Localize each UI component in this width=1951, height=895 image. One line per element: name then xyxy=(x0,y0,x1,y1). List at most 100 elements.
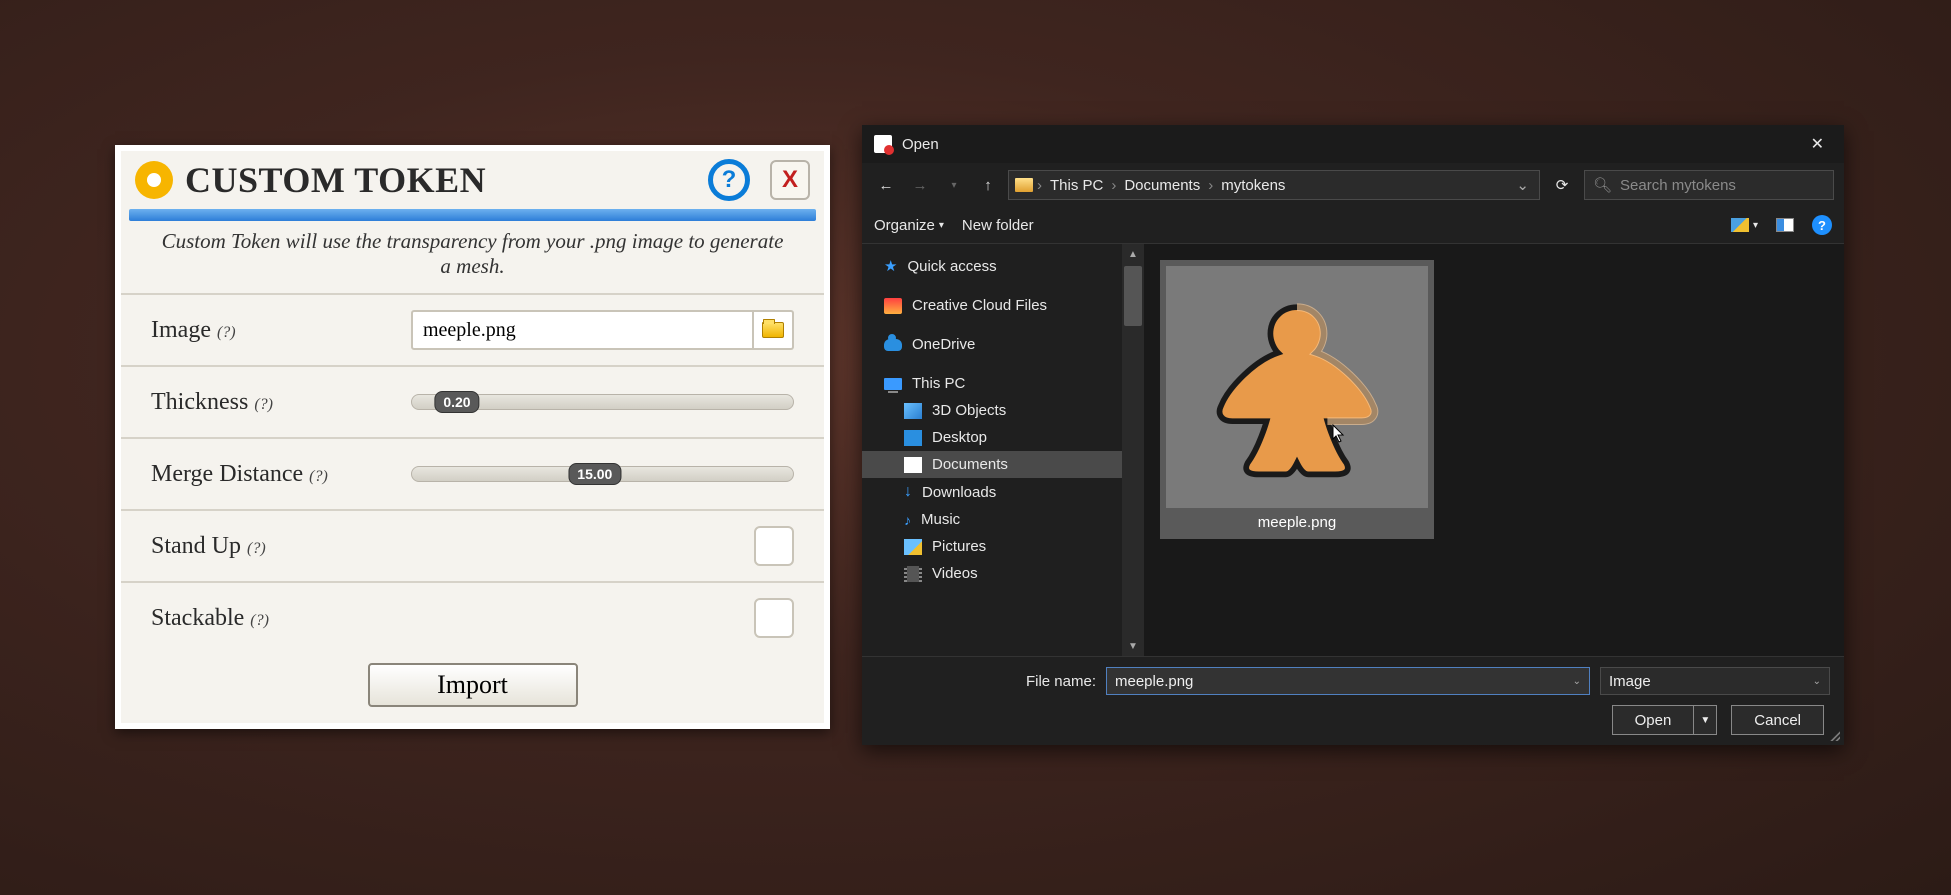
nav-forward-button[interactable]: → xyxy=(906,177,934,194)
tree-item-music[interactable]: ♪Music xyxy=(862,506,1122,533)
stackable-checkbox[interactable] xyxy=(754,598,794,638)
chevron-right-icon: › xyxy=(1111,177,1116,194)
image-row: Image (?) xyxy=(121,293,824,365)
tree-item-label: 3D Objects xyxy=(932,402,1006,419)
address-bar[interactable]: › This PC › Documents › mytokens ⌄ xyxy=(1008,170,1540,200)
thickness-slider-knob[interactable]: 0.20 xyxy=(434,391,479,413)
image-path-input[interactable] xyxy=(411,310,754,350)
tree-item-pictures[interactable]: Pictures xyxy=(862,533,1122,560)
preview-pane-button[interactable] xyxy=(1776,218,1794,232)
file-thumbnail xyxy=(1166,266,1428,508)
tree-item-label: Downloads xyxy=(922,484,996,501)
scroll-thumb[interactable] xyxy=(1124,266,1142,326)
view-mode-button[interactable]: ▾ xyxy=(1731,218,1758,232)
tree-item-label: Creative Cloud Files xyxy=(912,297,1047,314)
stand-up-hint-icon[interactable]: (?) xyxy=(247,540,266,558)
chevron-down-icon[interactable]: ⌄ xyxy=(1813,676,1821,687)
close-button[interactable]: X xyxy=(770,160,810,200)
custom-token-titlebar: CUSTOM TOKEN ? X xyxy=(121,151,824,205)
organize-menu[interactable]: Organize ▾ xyxy=(874,217,944,234)
dialog-description: Custom Token will use the transparency f… xyxy=(121,221,824,293)
file-open-dialog: Open ✕ ← → ▾ ↑ › This PC › Documents › m… xyxy=(862,125,1844,745)
merge-distance-label: Merge Distance xyxy=(151,461,303,488)
tree-item-label: Quick access xyxy=(907,258,996,275)
thickness-slider[interactable]: 0.20 xyxy=(411,390,794,414)
refresh-button[interactable]: ⟳ xyxy=(1546,176,1578,194)
filename-label: File name: xyxy=(876,673,1096,690)
merge-distance-slider-knob[interactable]: 15.00 xyxy=(568,463,621,485)
tree-item-label: Music xyxy=(921,511,960,528)
cancel-button[interactable]: Cancel xyxy=(1731,705,1824,735)
file-dialog-body: ★Quick access Creative Cloud Files OneDriv… xyxy=(862,243,1844,656)
new-folder-button[interactable]: New folder xyxy=(962,217,1034,234)
merge-distance-slider[interactable]: 15.00 xyxy=(411,462,794,486)
stackable-row: Stackable (?) xyxy=(121,581,824,653)
filename-input[interactable]: meeple.png ⌄ xyxy=(1106,667,1590,695)
stand-up-checkbox[interactable] xyxy=(754,526,794,566)
chevron-right-icon: › xyxy=(1208,177,1213,194)
chevron-down-icon: ▾ xyxy=(939,220,944,231)
nav-bar: ← → ▾ ↑ › This PC › Documents › mytokens… xyxy=(862,163,1844,207)
tree-item-downloads[interactable]: ↓Downloads xyxy=(862,478,1122,506)
tree-item-label: Pictures xyxy=(932,538,986,555)
filetype-select[interactable]: Image ⌄ xyxy=(1600,667,1830,695)
thumbnail-view-icon xyxy=(1731,218,1749,232)
tree-item-quick-access[interactable]: ★Quick access xyxy=(862,252,1122,280)
navigation-tree: ★Quick access Creative Cloud Files OneDriv… xyxy=(862,244,1122,656)
merge-distance-row: Merge Distance (?) 15.00 xyxy=(121,437,824,509)
scroll-down-icon[interactable]: ▼ xyxy=(1122,636,1144,656)
nav-back-button[interactable]: ← xyxy=(872,177,900,194)
breadcrumb-this-pc[interactable]: This PC xyxy=(1046,177,1107,194)
progress-bar xyxy=(129,209,816,221)
token-ring-icon xyxy=(135,161,173,199)
file-item-meeple[interactable]: meeple.png xyxy=(1160,260,1434,539)
browse-button[interactable] xyxy=(754,310,794,350)
tree-item-3d-objects[interactable]: 3D Objects xyxy=(862,397,1122,424)
tree-item-this-pc[interactable]: This PC xyxy=(862,370,1122,397)
file-item-label: meeple.png xyxy=(1166,508,1428,533)
tree-item-documents[interactable]: Documents xyxy=(862,451,1122,478)
thickness-row: Thickness (?) 0.20 xyxy=(121,365,824,437)
file-list: meeple.png xyxy=(1144,244,1844,656)
tree-item-onedrive[interactable]: OneDrive xyxy=(862,331,1122,358)
address-dropdown[interactable]: ⌄ xyxy=(1512,176,1533,194)
chevron-right-icon: › xyxy=(1037,177,1042,194)
search-placeholder: Search mytokens xyxy=(1620,177,1736,194)
file-dialog-title: Open xyxy=(902,136,1793,153)
custom-token-title: CUSTOM TOKEN xyxy=(185,159,696,201)
image-hint-icon[interactable]: (?) xyxy=(217,324,236,342)
tree-scrollbar[interactable]: ▲ ▼ xyxy=(1122,244,1144,656)
window-close-button[interactable]: ✕ xyxy=(1803,130,1832,158)
tree-item-label: OneDrive xyxy=(912,336,975,353)
app-icon xyxy=(874,135,892,153)
open-button[interactable]: Open ▼ xyxy=(1612,705,1718,735)
help-icon[interactable]: ? xyxy=(708,159,750,201)
merge-distance-hint-icon[interactable]: (?) xyxy=(309,468,328,486)
tree-item-videos[interactable]: Videos xyxy=(862,560,1122,587)
tree-item-desktop[interactable]: Desktop xyxy=(862,424,1122,451)
toolbar: Organize ▾ New folder ▾ ? xyxy=(862,207,1844,243)
search-input[interactable]: 🔍︎ Search mytokens xyxy=(1584,170,1834,200)
nav-up-button[interactable]: ↑ xyxy=(974,177,1002,194)
stackable-label: Stackable xyxy=(151,605,244,632)
thickness-label: Thickness xyxy=(151,389,248,416)
nav-recent-dropdown[interactable]: ▾ xyxy=(940,180,968,191)
file-dialog-footer: File name: meeple.png ⌄ Image ⌄ Open ▼ C… xyxy=(862,656,1844,745)
open-dropdown[interactable]: ▼ xyxy=(1694,715,1716,726)
help-button[interactable]: ? xyxy=(1812,215,1832,235)
resize-grip-icon[interactable] xyxy=(1828,729,1840,741)
scroll-up-icon[interactable]: ▲ xyxy=(1122,244,1144,264)
breadcrumb-mytokens[interactable]: mytokens xyxy=(1217,177,1289,194)
import-button[interactable]: Import xyxy=(368,663,578,707)
search-icon: 🔍︎ xyxy=(1593,176,1612,194)
tree-item-creative-cloud-files[interactable]: Creative Cloud Files xyxy=(862,292,1122,319)
thickness-hint-icon[interactable]: (?) xyxy=(254,396,273,414)
meeple-icon xyxy=(1202,292,1392,482)
tree-item-label: This PC xyxy=(912,375,965,392)
stackable-hint-icon[interactable]: (?) xyxy=(250,612,269,630)
chevron-down-icon[interactable]: ⌄ xyxy=(1573,676,1581,687)
breadcrumb-documents[interactable]: Documents xyxy=(1120,177,1204,194)
image-label: Image xyxy=(151,317,211,344)
stand-up-label: Stand Up xyxy=(151,533,241,560)
tree-item-label: Documents xyxy=(932,456,1008,473)
